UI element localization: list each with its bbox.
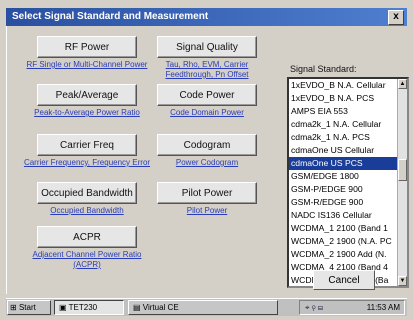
code-power-button[interactable]: Code Power [157, 84, 257, 106]
dialog-title: Select Signal Standard and Measurement [12, 11, 209, 22]
app-icon: ▣ [59, 303, 67, 312]
task-virtual-ce[interactable]: ▤ Virtual CE [128, 300, 278, 315]
code-power-link[interactable]: Code Domain Power [141, 108, 273, 118]
signal-quality-button[interactable]: Signal Quality [157, 36, 257, 58]
acpr-link[interactable]: Adjacent Channel Power Ratio (ACPR) [21, 250, 153, 270]
list-item[interactable]: WCDMA_2 1900 (N.A. PC [289, 235, 399, 248]
system-tray: ⌖ ⚲ ⊟ 11:53 AM [299, 300, 405, 315]
carrier-freq-button[interactable]: Carrier Freq [37, 134, 137, 156]
rf-power-link[interactable]: RF Single or Multi-Channel Power [21, 60, 153, 70]
start-label: Start [18, 303, 36, 312]
peak-average-button[interactable]: Peak/Average [37, 84, 137, 106]
list-item[interactable]: GSM/EDGE 1800 [289, 170, 399, 183]
list-item[interactable]: NADC IS136 Cellular [289, 209, 399, 222]
signal-quality-link[interactable]: Tau, Rho, EVM, Carrier Feedthrough, Pn O… [141, 60, 273, 80]
dialog-body: RF Power RF Single or Multi-Channel Powe… [6, 26, 409, 294]
codogram-button[interactable]: Codogram [157, 134, 257, 156]
taskbar: ⊞ Start ▣ TET230 ▤ Virtual CE ⌖ ⚲ ⊟ 11:5… [6, 298, 407, 316]
app-icon: ▤ [133, 303, 141, 312]
start-button[interactable]: ⊞ Start [7, 300, 51, 315]
cancel-button[interactable]: Cancel [313, 270, 375, 290]
list-item[interactable]: cdma2k_1 N.A. Cellular [289, 118, 399, 131]
pilot-power-button[interactable]: Pilot Power [157, 182, 257, 204]
list-item[interactable]: AMPS EIA 553 [289, 105, 399, 118]
scroll-up-icon[interactable]: ▲ [398, 79, 407, 89]
acpr-button[interactable]: ACPR [37, 226, 137, 248]
clock: 11:53 AM [366, 303, 400, 312]
carrier-freq-link[interactable]: Carrier Frequency, Frequency Error [21, 158, 153, 168]
dialog-titlebar: Select Signal Standard and Measurement x [6, 8, 407, 26]
list-item[interactable]: WCDMA_1 2100 (Band 1 [289, 222, 399, 235]
task2-label: Virtual CE [142, 303, 179, 312]
task1-label: TET230 [68, 303, 98, 312]
task-tet230[interactable]: ▣ TET230 [54, 300, 124, 315]
rf-power-button[interactable]: RF Power [37, 36, 137, 58]
list-scrollbar[interactable]: ▲ ▼ [397, 79, 407, 286]
list-item[interactable]: cdmaOne US Cellular [289, 144, 399, 157]
occupied-bandwidth-link[interactable]: Occupied Bandwidth [21, 206, 153, 216]
screen: Select Signal Standard and Measurement x… [0, 0, 413, 320]
scroll-down-icon[interactable]: ▼ [398, 276, 407, 286]
signal-standard-items: 1xEVDO_B N.A. Cellular 1xEVDO_B N.A. PCS A… [289, 79, 399, 286]
list-item[interactable]: WCDMA_2 1900 Add (N. [289, 248, 399, 261]
list-item[interactable]: cdmaOne US PCS [289, 157, 399, 170]
scroll-thumb[interactable] [398, 159, 407, 181]
list-item[interactable]: GSM-R/EDGE 900 [289, 196, 399, 209]
pilot-power-link[interactable]: Pilot Power [141, 206, 273, 216]
peak-average-link[interactable]: Peak-to-Average Power Ratio [21, 108, 153, 118]
list-item[interactable]: 1xEVDO_B N.A. PCS [289, 92, 399, 105]
signal-standard-list[interactable]: 1xEVDO_B N.A. Cellular 1xEVDO_B N.A. PCS A… [287, 77, 409, 288]
list-item[interactable]: GSM-P/EDGE 900 [289, 183, 399, 196]
codogram-link[interactable]: Power Codogram [141, 158, 273, 168]
signal-standard-label: Signal Standard: [290, 64, 357, 74]
list-item[interactable]: cdma2k_1 N.A. PCS [289, 131, 399, 144]
list-item[interactable]: 1xEVDO_B N.A. Cellular [289, 79, 399, 92]
windows-icon: ⊞ [10, 303, 17, 312]
close-button[interactable]: x [388, 10, 404, 25]
tray-icons[interactable]: ⌖ ⚲ ⊟ [305, 301, 323, 314]
occupied-bandwidth-button[interactable]: Occupied Bandwidth [37, 182, 137, 204]
